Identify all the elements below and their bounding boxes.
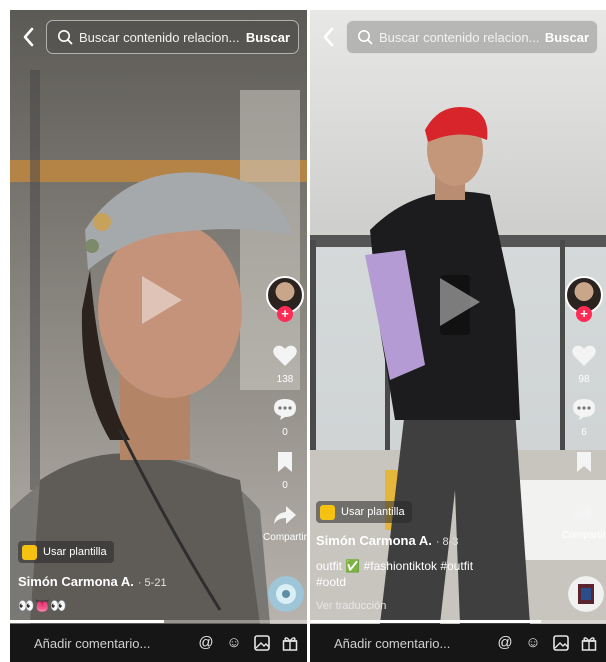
caption-line: #ootd <box>316 575 347 589</box>
follow-plus-icon[interactable]: + <box>576 306 592 322</box>
save-group[interactable]: 0 <box>263 450 307 491</box>
emoji-icon[interactable]: ☺ <box>225 634 243 652</box>
play-icon[interactable] <box>436 276 482 328</box>
author-name-text: Simón Carmona A. <box>316 533 432 548</box>
bookmark-icon <box>577 452 591 472</box>
bookmark-icon <box>278 452 292 472</box>
share-group[interactable]: Compartir <box>263 503 307 543</box>
comment-icon <box>573 399 595 420</box>
share-group[interactable]: Compartir <box>562 501 606 541</box>
music-disc-icon[interactable] <box>568 576 604 612</box>
use-template-label: Usar plantilla <box>43 546 107 558</box>
caption-line: outfit ✅ #fashiontiktok #outfit <box>316 559 474 573</box>
progress-fill <box>10 620 165 623</box>
comment-group[interactable]: 6 <box>562 397 606 438</box>
follow-plus-icon[interactable]: + <box>277 306 293 322</box>
template-icon <box>22 544 37 560</box>
music-disc-icon[interactable] <box>268 576 304 612</box>
search-placeholder: Buscar contenido relacion... <box>79 29 240 45</box>
comment-count: 0 <box>282 427 288 438</box>
share-label: Compartir <box>263 532 307 543</box>
search-placeholder: Buscar contenido relacion... <box>379 29 540 45</box>
caption: 👀👅👀 <box>18 598 67 613</box>
back-arrow-icon[interactable] <box>20 25 38 49</box>
progress-fill <box>310 620 541 623</box>
search-button[interactable]: Buscar <box>545 30 589 45</box>
comment-bar: Añadir comentario... @ ☺ <box>310 624 606 662</box>
save-count: 0 <box>282 480 288 491</box>
comment-input[interactable]: Añadir comentario... <box>334 636 496 651</box>
back-arrow-icon[interactable] <box>320 25 338 49</box>
video-progress[interactable] <box>310 620 606 623</box>
video-panel-left[interactable]: Buscar contenido relacion... Buscar + 13… <box>10 10 307 662</box>
post-date: · 5-21 <box>137 577 167 589</box>
video-progress[interactable] <box>10 620 307 623</box>
use-template-button[interactable]: Usar plantilla <box>316 501 412 523</box>
at-icon[interactable]: @ <box>197 634 215 652</box>
use-template-label: Usar plantilla <box>341 506 405 518</box>
video-panel-right[interactable]: Buscar contenido relacion... Buscar + 98… <box>310 10 606 662</box>
caption: outfit ✅ #fashiontiktok #outfit #ootd <box>316 558 473 590</box>
search-input[interactable]: Buscar contenido relacion... Buscar <box>346 20 598 54</box>
like-count: 98 <box>578 374 590 385</box>
image-icon[interactable] <box>552 634 570 652</box>
at-icon[interactable]: @ <box>496 634 514 652</box>
comment-input[interactable]: Añadir comentario... <box>34 636 197 651</box>
like-count: 138 <box>276 374 294 385</box>
comment-count: 6 <box>581 427 587 438</box>
image-icon[interactable] <box>253 634 271 652</box>
play-icon[interactable] <box>138 274 184 326</box>
see-translation-link[interactable]: Ver traducción <box>316 598 386 614</box>
heart-icon <box>273 345 297 366</box>
author-name[interactable]: Simón Carmona A. · 8-3 <box>316 533 458 548</box>
search-icon <box>58 30 73 45</box>
search-input[interactable]: Buscar contenido relacion... Buscar <box>46 20 299 54</box>
share-icon <box>573 504 595 522</box>
use-template-button[interactable]: Usar plantilla <box>18 541 114 563</box>
author-name-text: Simón Carmona A. <box>18 574 134 589</box>
gift-icon[interactable] <box>281 634 299 652</box>
heart-icon <box>572 345 596 366</box>
save-group[interactable] <box>562 450 606 479</box>
action-rail: + 98 6 Compartir <box>562 276 606 541</box>
author-name[interactable]: Simón Carmona A. · 5-21 <box>18 574 167 589</box>
comment-icon <box>274 399 296 420</box>
template-icon <box>320 504 335 520</box>
emoji-icon[interactable]: ☺ <box>524 634 542 652</box>
action-rail: + 138 0 0 Compartir <box>263 276 307 543</box>
like-group[interactable]: 138 <box>263 344 307 385</box>
comment-group[interactable]: 0 <box>263 397 307 438</box>
search-button[interactable]: Buscar <box>246 30 290 45</box>
post-date: · 8-3 <box>435 536 459 548</box>
share-label: Compartir <box>562 530 606 541</box>
comment-bar: Añadir comentario... @ ☺ <box>10 624 307 662</box>
like-group[interactable]: 98 <box>562 344 606 385</box>
gift-icon[interactable] <box>580 634 598 652</box>
search-icon <box>358 30 373 45</box>
share-icon <box>274 506 296 524</box>
